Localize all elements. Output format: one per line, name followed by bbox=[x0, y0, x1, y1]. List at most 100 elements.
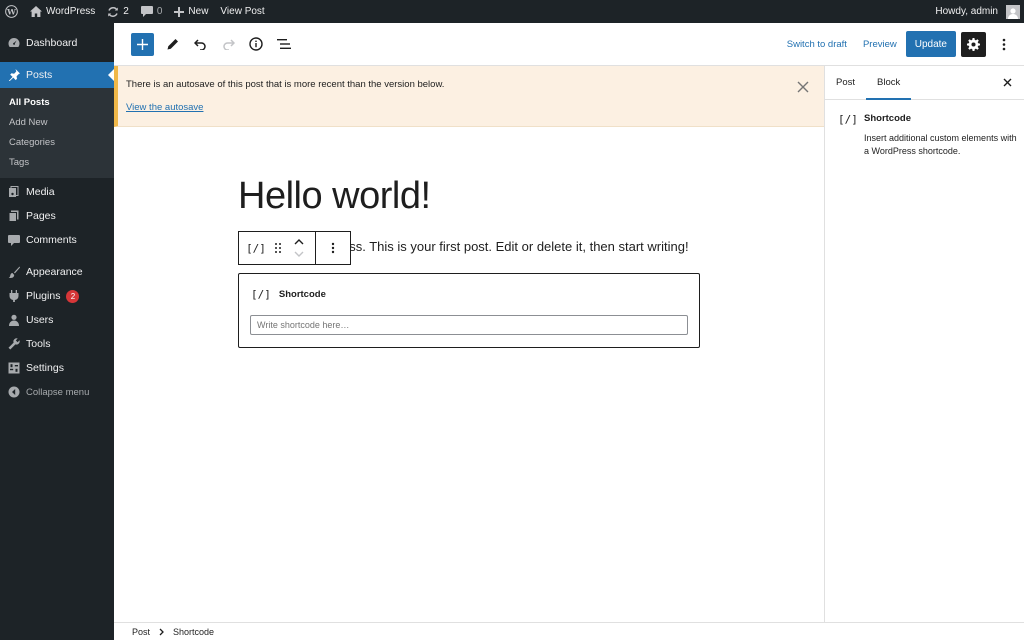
preview-button[interactable]: Preview bbox=[855, 39, 901, 50]
menu-label: Appearance bbox=[26, 266, 83, 278]
shortcode-block[interactable]: [/] Shortcode bbox=[238, 273, 700, 348]
menu-item-appearance[interactable]: Appearance bbox=[0, 260, 114, 284]
svg-text:W: W bbox=[6, 7, 16, 16]
menu-item-pages[interactable]: Pages bbox=[0, 204, 114, 228]
wordpress-logo-button[interactable]: W bbox=[0, 0, 24, 23]
details-button[interactable] bbox=[242, 30, 270, 58]
block-toolbar: [/] bbox=[238, 231, 351, 265]
editor-canvas: Hello world! ess. This is your first pos… bbox=[114, 127, 824, 622]
paragraph-text: ess. This is your first post. Edit or de… bbox=[342, 239, 689, 254]
undo-icon bbox=[193, 39, 206, 50]
list-view-icon bbox=[277, 39, 291, 49]
pages-icon bbox=[8, 210, 20, 222]
settings-tabs: Post Block bbox=[825, 66, 1024, 100]
redo-button[interactable] bbox=[214, 30, 242, 58]
chevron-right-icon bbox=[159, 628, 164, 635]
site-name-link[interactable]: WordPress bbox=[24, 0, 101, 23]
shortcode-icon: [/] bbox=[246, 241, 266, 255]
menu-label: Settings bbox=[26, 362, 64, 374]
updates-icon bbox=[108, 6, 119, 17]
settings-button[interactable] bbox=[961, 31, 986, 57]
submenu-categories[interactable]: Categories bbox=[0, 132, 114, 152]
new-label: New bbox=[188, 6, 209, 17]
menu-item-posts[interactable]: Posts bbox=[0, 62, 114, 88]
add-block-button[interactable] bbox=[131, 32, 154, 56]
view-post-link[interactable]: View Post bbox=[214, 0, 270, 23]
comments-link[interactable]: 0 bbox=[135, 0, 169, 23]
updates-link[interactable]: 2 bbox=[101, 0, 135, 23]
gear-icon bbox=[967, 37, 980, 51]
submenu-all-posts[interactable]: All Posts bbox=[0, 92, 114, 112]
menu-label: Dashboard bbox=[26, 37, 78, 49]
more-vertical-icon bbox=[1002, 38, 1006, 50]
submenu-tags[interactable]: Tags bbox=[0, 152, 114, 172]
admin-menu: Dashboard Posts All Posts Add New Catego… bbox=[0, 23, 114, 640]
menu-item-users[interactable]: Users bbox=[0, 308, 114, 332]
dashboard-icon bbox=[8, 37, 20, 49]
shortcode-input[interactable] bbox=[250, 315, 688, 335]
collapse-menu-label: Collapse menu bbox=[26, 386, 90, 398]
avatar bbox=[1006, 4, 1020, 19]
list-view-button[interactable] bbox=[270, 30, 298, 58]
shortcode-block-label: Shortcode bbox=[278, 289, 326, 300]
posts-submenu: All Posts Add New Categories Tags bbox=[0, 88, 114, 178]
block-card: [/] Shortcode Insert additional custom e… bbox=[838, 113, 1024, 158]
redo-icon bbox=[222, 39, 235, 50]
pin-icon bbox=[8, 69, 20, 81]
new-content-link[interactable]: New bbox=[168, 0, 214, 23]
move-down-button[interactable] bbox=[294, 248, 304, 260]
tab-post[interactable]: Post bbox=[825, 66, 866, 99]
drag-handle[interactable] bbox=[273, 232, 283, 264]
my-account-link[interactable]: Howdy, admin bbox=[929, 0, 1024, 23]
menu-item-dashboard[interactable]: Dashboard bbox=[0, 31, 114, 55]
post-title[interactable]: Hello world! bbox=[238, 175, 431, 218]
breadcrumb-shortcode[interactable]: Shortcode bbox=[173, 627, 214, 637]
tab-block[interactable]: Block bbox=[866, 66, 912, 100]
view-autosave-link[interactable]: View the autosave bbox=[126, 102, 203, 113]
menu-label: Plugins bbox=[26, 290, 61, 302]
breadcrumb: Post Shortcode bbox=[114, 622, 1024, 640]
block-type-button[interactable]: [/] bbox=[239, 232, 273, 264]
users-icon bbox=[8, 314, 20, 326]
menu-label: Comments bbox=[26, 234, 77, 246]
shortcode-icon: [/] bbox=[838, 113, 858, 126]
chevron-up-icon bbox=[294, 239, 304, 245]
comments-count: 0 bbox=[156, 6, 163, 17]
submenu-add-new[interactable]: Add New bbox=[0, 112, 114, 132]
plus-icon bbox=[137, 38, 148, 50]
shortcode-block-header: [/] Shortcode bbox=[251, 288, 326, 301]
site-name: WordPress bbox=[46, 6, 96, 17]
menu-label: Users bbox=[26, 314, 54, 326]
more-vertical-icon bbox=[331, 242, 335, 254]
plugins-update-badge: 2 bbox=[66, 289, 80, 303]
menu-item-plugins[interactable]: Plugins 2 bbox=[0, 284, 114, 308]
comments-icon bbox=[8, 234, 20, 246]
breadcrumb-post[interactable]: Post bbox=[132, 627, 150, 637]
block-card-title: Shortcode bbox=[864, 113, 911, 124]
options-menu-button[interactable] bbox=[990, 30, 1018, 58]
menu-label: Posts bbox=[26, 69, 53, 81]
plugins-icon bbox=[8, 290, 20, 302]
switch-to-draft-button[interactable]: Switch to draft bbox=[779, 39, 855, 50]
admin-bar: W WordPress 2 0 New View Post Howdy, adm… bbox=[0, 0, 1024, 23]
move-up-button[interactable] bbox=[294, 236, 304, 248]
info-icon bbox=[249, 37, 263, 51]
collapse-menu-button[interactable]: Collapse menu bbox=[0, 380, 114, 404]
settings-icon bbox=[8, 362, 20, 374]
undo-button[interactable] bbox=[186, 30, 214, 58]
menu-item-settings[interactable]: Settings bbox=[0, 356, 114, 380]
tools-button[interactable] bbox=[158, 30, 186, 58]
block-options-button[interactable] bbox=[316, 232, 350, 264]
update-button[interactable]: Update bbox=[905, 31, 956, 57]
chevron-down-icon bbox=[294, 251, 304, 257]
menu-item-tools[interactable]: Tools bbox=[0, 332, 114, 356]
menu-item-media[interactable]: Media bbox=[0, 180, 114, 204]
close-icon bbox=[1003, 78, 1011, 87]
comment-bubble-icon bbox=[140, 6, 153, 17]
close-settings-button[interactable] bbox=[990, 66, 1024, 99]
notice-message: There is an autosave of this post that i… bbox=[126, 79, 445, 90]
view-post-label: View Post bbox=[220, 6, 265, 17]
autosave-notice: There is an autosave of this post that i… bbox=[114, 66, 824, 127]
dismiss-notice-button[interactable] bbox=[796, 80, 810, 94]
menu-item-comments[interactable]: Comments bbox=[0, 228, 114, 252]
